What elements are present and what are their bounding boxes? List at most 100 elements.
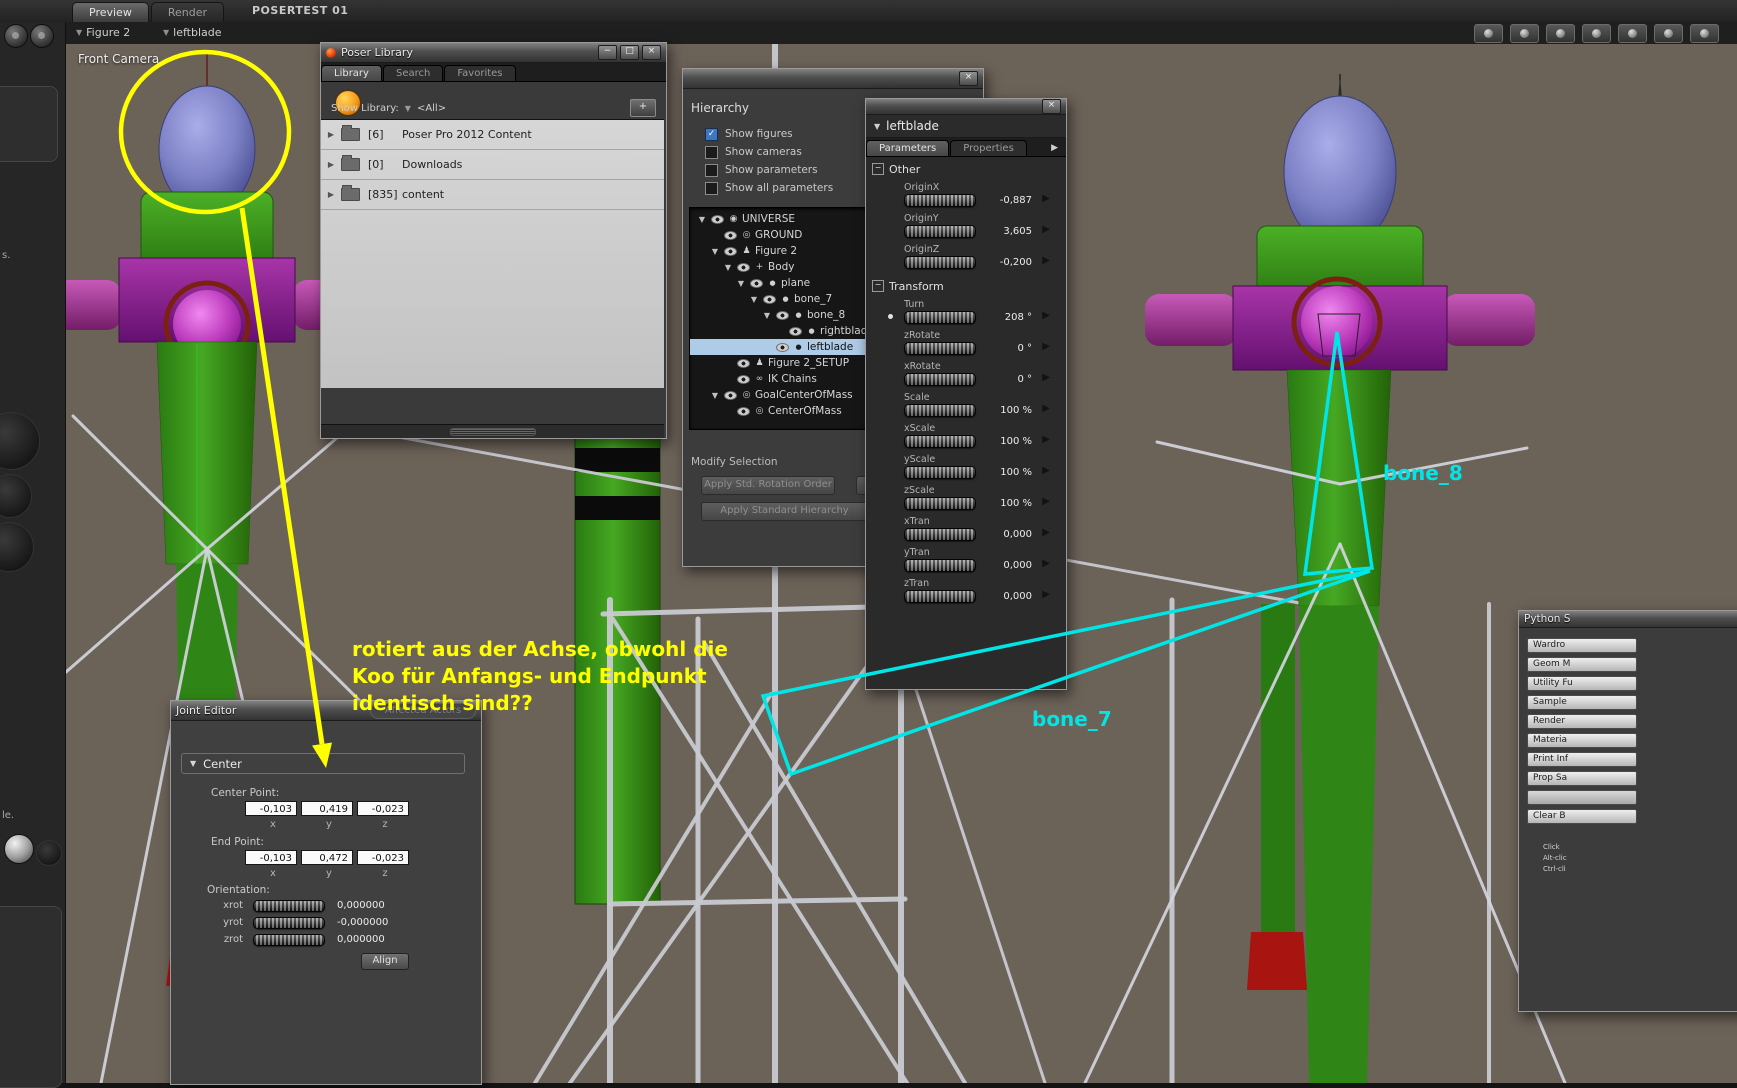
param-menu-icon[interactable]: ▶ — [1042, 193, 1050, 204]
visibility-eye-icon[interactable] — [737, 406, 750, 416]
collapse-icon[interactable]: ▼ — [748, 295, 760, 304]
python-script-button-render[interactable]: Render — [1527, 714, 1637, 729]
visibility-eye-icon[interactable] — [750, 278, 763, 288]
param-dial-yscale[interactable] — [904, 466, 976, 479]
param-menu-icon[interactable]: ▶ — [1042, 558, 1050, 569]
camera-control-icon[interactable] — [0, 522, 34, 572]
params-tab-parameters[interactable]: Parameters — [866, 140, 950, 156]
visibility-eye-icon[interactable] — [711, 214, 724, 224]
checkbox-icon[interactable] — [705, 181, 718, 195]
library-item[interactable]: ▶ [0] Downloads — [321, 150, 664, 180]
param-dial-originx[interactable] — [904, 194, 976, 207]
hand-camera-icon[interactable] — [1546, 24, 1575, 43]
flyaround-camera-icon[interactable] — [1618, 24, 1647, 43]
collapse-minus-icon[interactable]: − — [872, 163, 884, 175]
params-tab-properties[interactable]: Properties — [950, 140, 1027, 156]
add-library-icon[interactable]: + — [630, 99, 656, 117]
close-icon[interactable]: × — [959, 71, 978, 86]
visibility-eye-icon[interactable] — [776, 310, 789, 320]
section-header-other[interactable]: − Other — [866, 157, 1066, 181]
end-point-field[interactable]: 0,472 — [301, 850, 353, 865]
param-dial-originz[interactable] — [904, 256, 976, 269]
camera-dolly-icon[interactable] — [1474, 24, 1503, 43]
visibility-eye-icon[interactable] — [789, 326, 802, 336]
param-dial-zrotate[interactable] — [904, 342, 976, 355]
ui-style-knob-icon[interactable] — [30, 24, 54, 48]
visibility-eye-icon[interactable] — [724, 246, 737, 256]
python-script-button-clear-b[interactable]: Clear B — [1527, 809, 1637, 824]
param-dial-zscale[interactable] — [904, 497, 976, 510]
figure-dropdown[interactable]: ▼ Figure 2 — [76, 26, 130, 39]
ui-style-knob-icon[interactable] — [4, 24, 28, 48]
maximize-icon[interactable]: □ — [620, 45, 639, 60]
camera-control-icon[interactable] — [0, 412, 40, 470]
visibility-eye-icon[interactable] — [724, 390, 737, 400]
collapse-icon[interactable]: ▼ — [761, 311, 773, 320]
collapse-minus-icon[interactable]: − — [872, 280, 884, 292]
actor-header[interactable]: ▼ leftblade — [866, 115, 1066, 138]
camera-name-label[interactable]: Front Camera — [78, 52, 159, 66]
library-item[interactable]: ▶ [835] content — [321, 180, 664, 210]
param-menu-icon[interactable]: ▶ — [1042, 496, 1050, 507]
center-point-field[interactable]: 0,419 — [301, 801, 353, 816]
visibility-eye-icon[interactable] — [737, 262, 750, 272]
python-blank-button[interactable] — [1527, 790, 1637, 805]
param-menu-icon[interactable]: ▶ — [1042, 527, 1050, 538]
param-menu-icon[interactable]: ▶ — [1042, 465, 1050, 476]
python-script-button-print-inf[interactable]: Print Inf — [1527, 752, 1637, 767]
section-header-transform[interactable]: − Transform — [866, 274, 1066, 298]
visibility-eye-icon[interactable] — [776, 342, 789, 352]
checkbox-icon[interactable] — [705, 163, 718, 177]
visibility-eye-icon[interactable] — [737, 374, 750, 384]
affected-actors-button[interactable]: Affected Actors — [370, 702, 476, 719]
collapse-icon[interactable]: ▼ — [696, 215, 708, 224]
apply-apply-std-rotation-order-button[interactable]: Apply Std. Rotation Order — [701, 476, 835, 495]
head-camera-icon[interactable] — [1582, 24, 1611, 43]
camera-control-icon[interactable] — [0, 474, 32, 518]
visibility-eye-icon[interactable] — [737, 358, 750, 368]
pan-tool-icon[interactable] — [1654, 24, 1683, 43]
collapse-icon[interactable]: ▼ — [735, 279, 747, 288]
tab-preview[interactable]: Preview — [72, 2, 149, 22]
collapse-icon[interactable]: ▼ — [709, 391, 721, 400]
param-dial-xscale[interactable] — [904, 435, 976, 448]
python-script-button-utility-fu[interactable]: Utility Fu — [1527, 676, 1637, 691]
library-titlebar[interactable]: Poser Library − □ × — [321, 43, 666, 63]
param-menu-icon[interactable]: ▶ — [1042, 255, 1050, 266]
parameters-titlebar[interactable]: × — [866, 99, 1066, 115]
param-dial-scale[interactable] — [904, 404, 976, 417]
close-icon[interactable]: × — [642, 45, 661, 60]
center-section-header[interactable]: ▼ Center — [181, 753, 465, 774]
align-button[interactable]: Align — [361, 953, 409, 970]
apply-apply-standard-hierarchy-button[interactable]: Apply Standard Hierarchy — [701, 502, 868, 521]
library-tab-search[interactable]: Search — [382, 65, 444, 81]
param-dial-turn[interactable] — [904, 311, 976, 324]
library-tab-library[interactable]: Library — [321, 65, 382, 81]
center-point-field[interactable]: -0,023 — [357, 801, 409, 816]
collapse-icon[interactable]: ▼ — [722, 263, 734, 272]
orientation-dial-zrot[interactable] — [253, 933, 325, 946]
close-icon[interactable]: × — [1042, 99, 1061, 114]
joint-editor-titlebar[interactable]: Joint Editor Affected Actors — [171, 701, 481, 721]
checkbox-icon[interactable]: ✓ — [705, 127, 718, 141]
param-dial-xrotate[interactable] — [904, 373, 976, 386]
param-dial-ytran[interactable] — [904, 559, 976, 572]
python-script-button-geom-m[interactable]: Geom M — [1527, 657, 1637, 672]
camera-orbit-icon[interactable] — [1510, 24, 1539, 43]
orientation-dial-xrot[interactable] — [253, 899, 325, 912]
param-menu-icon[interactable]: ▶ — [1042, 372, 1050, 383]
material-sphere-icon[interactable] — [36, 840, 62, 866]
param-menu-icon[interactable]: ▶ — [1042, 434, 1050, 445]
material-sphere-icon[interactable] — [4, 834, 34, 864]
end-point-field[interactable]: -0,023 — [357, 850, 409, 865]
center-point-field[interactable]: -0,103 — [245, 801, 297, 816]
library-item[interactable]: ▶ [6] Poser Pro 2012 Content — [321, 120, 664, 150]
visibility-eye-icon[interactable] — [763, 294, 776, 304]
expand-arrow-icon[interactable]: ▶ — [321, 130, 341, 139]
zoom-tool-icon[interactable] — [1690, 24, 1719, 43]
actor-dropdown[interactable]: ▼ leftblade — [163, 26, 222, 39]
visibility-eye-icon[interactable] — [724, 230, 737, 240]
python-script-button-wardro[interactable]: Wardro — [1527, 638, 1637, 653]
param-menu-icon[interactable]: ▶ — [1042, 589, 1050, 600]
end-point-field[interactable]: -0,103 — [245, 850, 297, 865]
